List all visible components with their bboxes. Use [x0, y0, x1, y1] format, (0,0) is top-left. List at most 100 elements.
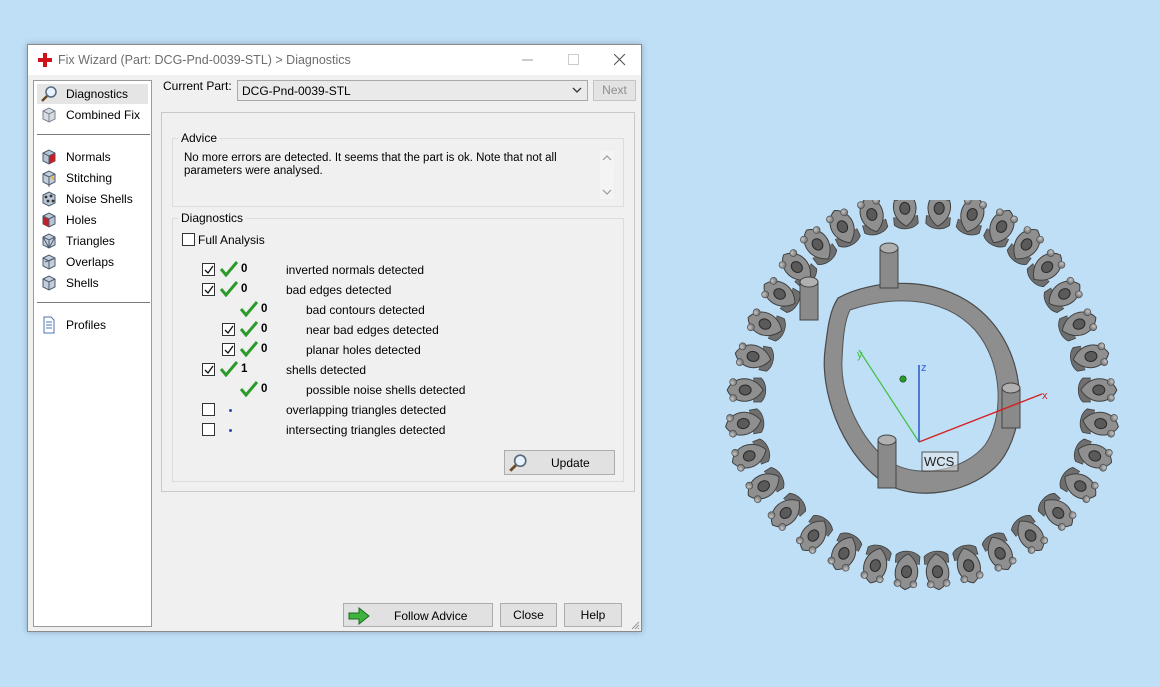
title-bar[interactable]: Fix Wizard (Part: DCG-Pnd-0039-STL) > Di… [28, 45, 641, 75]
inverted-normals-checkbox[interactable] [202, 263, 215, 276]
petal-charm [893, 550, 921, 591]
nav-label: Shells [66, 276, 99, 290]
green-check-icon [220, 261, 238, 277]
wcs-label: WCS [924, 454, 955, 469]
planar-holes-checkbox[interactable] [222, 343, 235, 356]
help-button[interactable]: Help [564, 603, 622, 627]
nav-label: Combined Fix [66, 108, 141, 122]
petal-charm [1073, 438, 1113, 472]
nav-item-normals[interactable]: Normals [37, 147, 148, 167]
petal-charm [1070, 342, 1110, 372]
checkmark-icon [204, 285, 214, 295]
fix-wizard-dialog: Fix Wizard (Part: DCG-Pnd-0039-STL) > Di… [27, 44, 642, 632]
advice-text: No more errors are detected. It seems th… [184, 152, 557, 177]
count-value: 0 [261, 303, 268, 315]
pending-dot-icon [229, 429, 232, 432]
checkmark-icon [224, 345, 234, 355]
nav-label: Normals [66, 150, 111, 164]
petal-charm [925, 200, 953, 230]
diagnostic-label: bad edges detected [286, 283, 392, 297]
petal-charm [795, 515, 834, 554]
nav-item-overlaps[interactable]: Overlaps [37, 252, 148, 272]
current-part-select[interactable]: DCG-Pnd-0039-STL [237, 80, 588, 101]
nav-item-shells[interactable]: Shells [37, 273, 148, 293]
count-value: 0 [261, 383, 268, 395]
pendant-model[interactable]: y z x WCS [700, 200, 1140, 620]
next-button[interactable]: Next [593, 80, 636, 101]
minimize-button[interactable] [505, 45, 551, 75]
nav-label: Holes [66, 213, 97, 227]
petal-charm [857, 200, 889, 236]
advice-scrollbar[interactable] [600, 151, 614, 199]
petal-charm [860, 544, 892, 584]
maximize-button[interactable] [551, 45, 597, 75]
overlaps-cube-icon [42, 254, 56, 270]
axis-y-label: y [857, 349, 863, 361]
diagnostic-label: planar holes detected [306, 343, 421, 357]
follow-advice-button[interactable]: Follow Advice [343, 603, 493, 627]
maximize-icon [568, 54, 579, 65]
overlapping-triangles-checkbox[interactable] [202, 403, 215, 416]
magnifier-icon [509, 454, 527, 472]
petal-charm [731, 438, 771, 472]
close-window-button[interactable] [597, 45, 643, 75]
holes-cube-icon [42, 212, 56, 228]
petal-charm [1079, 408, 1119, 438]
diagnostic-label: near bad edges detected [306, 323, 439, 337]
advice-title: Advice [178, 131, 221, 145]
petal-charm [1059, 466, 1099, 503]
diagnostic-label: shells detected [286, 363, 367, 377]
stitching-cube-icon [42, 170, 56, 187]
full-analysis-label: Full Analysis [198, 233, 265, 247]
cube-icon [42, 107, 56, 123]
petal-charm [1058, 308, 1097, 342]
count-value: 0 [261, 323, 268, 335]
green-check-icon [220, 361, 238, 377]
chevron-down-icon [572, 87, 582, 93]
nav-item-triangles[interactable]: Triangles [37, 231, 148, 251]
noise-shells-icon [42, 191, 56, 207]
petal-charm [734, 342, 774, 372]
follow-advice-label: Follow Advice [394, 609, 468, 623]
close-button[interactable]: Close [500, 603, 557, 627]
minimize-icon [522, 59, 533, 61]
near-bad-edges-checkbox[interactable] [222, 323, 235, 336]
triangles-cube-icon [42, 233, 56, 249]
bad-edges-checkbox[interactable] [202, 283, 215, 296]
shells-checkbox[interactable] [202, 363, 215, 376]
petal-charm [827, 532, 863, 572]
count-value: 1 [241, 363, 248, 375]
green-check-icon [240, 301, 258, 317]
nav-item-holes[interactable]: Holes [37, 210, 148, 230]
fix-steps-list: Diagnostics Combined Fix Normals Stitchi… [33, 80, 152, 627]
petal-charm [747, 308, 786, 342]
green-check-icon [240, 321, 258, 337]
full-analysis-checkbox[interactable] [182, 233, 195, 246]
shells-cube-icon [42, 275, 56, 291]
intersecting-triangles-checkbox[interactable] [202, 423, 215, 436]
petal-charm [725, 408, 765, 438]
update-label: Update [551, 456, 590, 470]
divider [37, 134, 150, 135]
petal-charm [1037, 492, 1077, 531]
axis-x-label: x [1042, 390, 1048, 402]
nav-item-profiles[interactable]: Profiles [37, 315, 148, 335]
count-value: 0 [241, 283, 248, 295]
magnifier-icon [41, 86, 57, 102]
petal-charm [981, 532, 1017, 572]
nav-label: Diagnostics [66, 87, 129, 101]
checkmark-icon [204, 365, 214, 375]
nav-item-diagnostics[interactable]: Diagnostics [37, 84, 148, 104]
update-button[interactable]: Update [504, 450, 615, 475]
diagnostics-panel: Advice No more errors are detected. It s… [161, 112, 635, 492]
nav-item-stitching[interactable]: Stitching [37, 168, 148, 188]
nav-label: Profiles [66, 318, 107, 332]
petal-charm [745, 466, 785, 503]
count-value: 0 [261, 343, 268, 355]
nav-item-noise-shells[interactable]: Noise Shells [37, 189, 148, 209]
diagnostic-label: inverted normals detected [286, 263, 425, 277]
diagnostic-label: intersecting triangles detected [286, 423, 446, 437]
nav-item-combined-fix[interactable]: Combined Fix [37, 105, 148, 125]
checkmark-icon [224, 325, 234, 335]
resize-grip-icon[interactable] [630, 620, 640, 630]
